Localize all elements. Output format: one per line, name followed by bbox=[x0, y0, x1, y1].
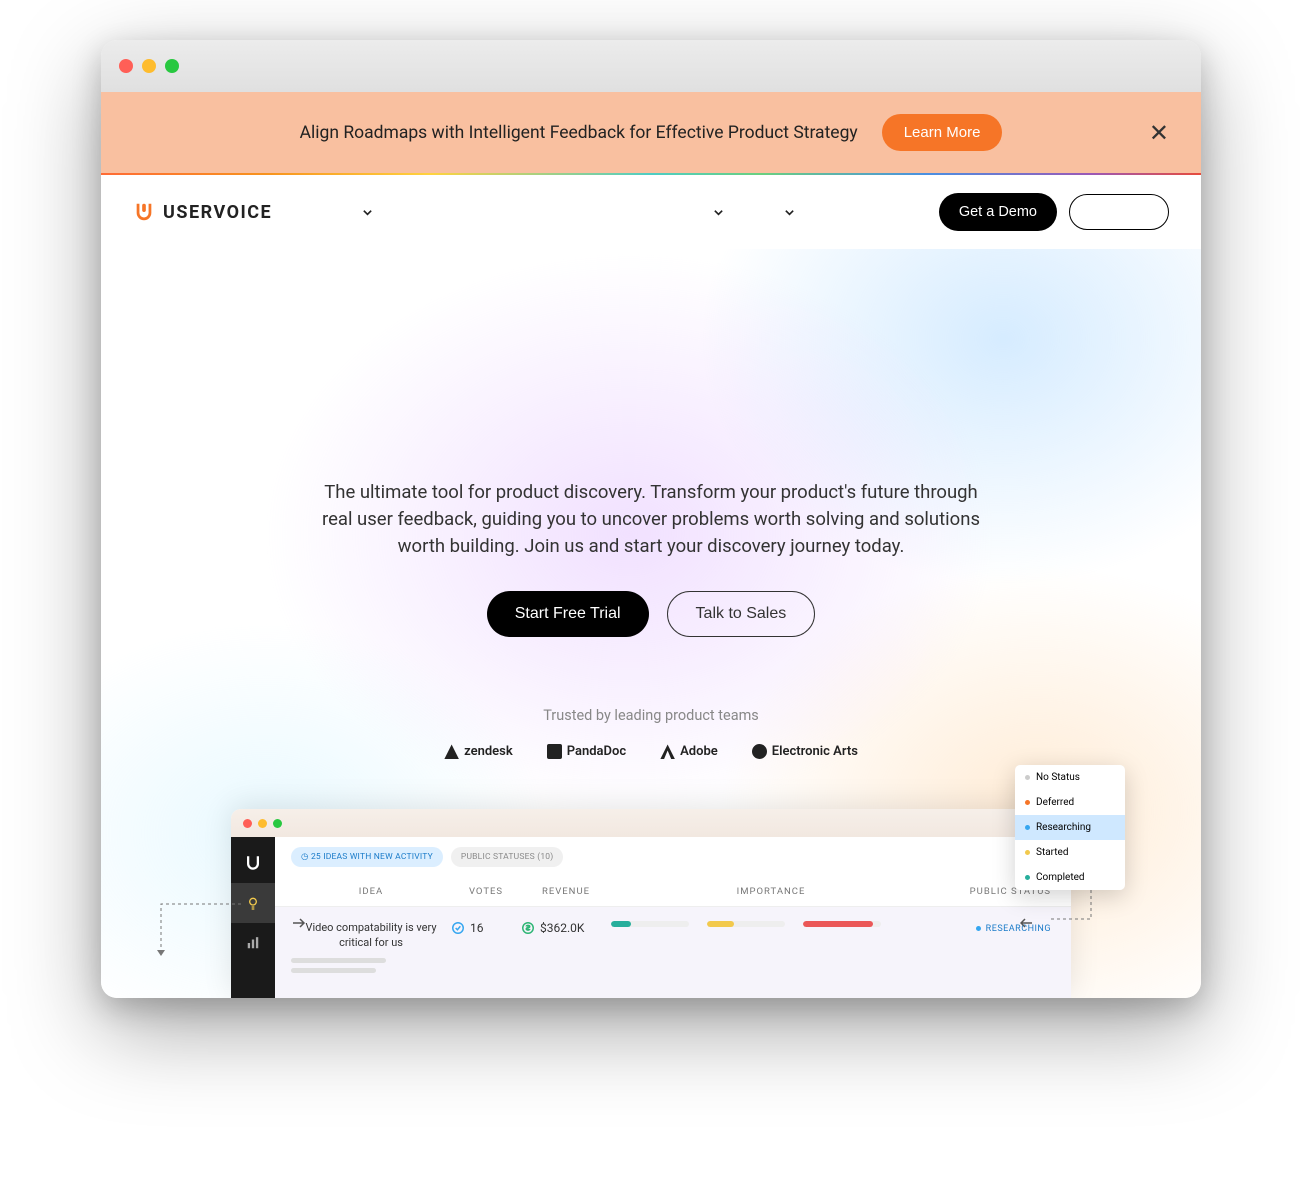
window-maximize[interactable] bbox=[165, 59, 179, 73]
announcement-bar: Align Roadmaps with Intelligent Feedback… bbox=[101, 92, 1201, 173]
status-popup: No Status Deferred Researching Started C… bbox=[1015, 765, 1125, 890]
mini-titlebar bbox=[231, 809, 1071, 837]
table-row[interactable]: Video compatability is very critical for… bbox=[275, 907, 1071, 998]
col-importance: IMPORTANCE bbox=[611, 886, 931, 897]
product-screenshot: No Status Deferred Researching Started C… bbox=[231, 809, 1071, 998]
sign-in-button[interactable] bbox=[1069, 194, 1169, 230]
top-navigation: USERVOICE Get a Demo bbox=[101, 175, 1201, 249]
status-option-nostatus[interactable]: No Status bbox=[1015, 765, 1125, 790]
window-minimize[interactable] bbox=[142, 59, 156, 73]
chevron-down-icon bbox=[362, 207, 373, 218]
revenue-cell: $362.0K bbox=[521, 921, 611, 935]
browser-window: Align Roadmaps with Intelligent Feedback… bbox=[101, 40, 1201, 998]
uservoice-logo-icon bbox=[133, 201, 155, 223]
announcement-text: Align Roadmaps with Intelligent Feedback… bbox=[300, 123, 858, 143]
check-circle-icon bbox=[451, 921, 465, 935]
votes-cell: 16 bbox=[451, 921, 521, 935]
adobe-logo: Adobe bbox=[660, 744, 718, 759]
col-idea: IDEA bbox=[291, 886, 451, 897]
nav-dropdown-1[interactable] bbox=[362, 207, 373, 218]
learn-more-button[interactable]: Learn More bbox=[882, 114, 1003, 151]
arrow-left-icon bbox=[1020, 917, 1036, 929]
mac-titlebar bbox=[101, 40, 1201, 92]
nav-dropdown-2[interactable] bbox=[713, 207, 724, 218]
customer-logos: zendesk PandaDoc Adobe Electronic Arts bbox=[101, 744, 1201, 759]
chevron-down-icon bbox=[713, 207, 724, 218]
idea-title: Video compatability is very critical for… bbox=[291, 921, 451, 950]
arrow-right-icon bbox=[291, 917, 307, 929]
status-option-deferred[interactable]: Deferred bbox=[1015, 790, 1125, 815]
chip-new-activity[interactable]: ◷ 25 IDEAS WITH NEW ACTIVITY bbox=[291, 847, 443, 867]
nav-dropdown-3[interactable] bbox=[784, 207, 795, 218]
nav-links bbox=[362, 207, 795, 218]
chip-public-statuses[interactable]: PUBLIC STATUSES (10) bbox=[451, 847, 564, 867]
dollar-circle-icon bbox=[521, 921, 535, 935]
hero-section: The ultimate tool for product discovery.… bbox=[101, 249, 1201, 998]
status-option-started[interactable]: Started bbox=[1015, 840, 1125, 865]
close-icon[interactable]: ✕ bbox=[1149, 119, 1169, 147]
col-revenue: REVENUE bbox=[521, 886, 611, 897]
hero-subtitle: The ultimate tool for product discovery.… bbox=[311, 479, 991, 559]
dashed-arrow-left bbox=[151, 894, 251, 974]
trusted-by-label: Trusted by leading product teams bbox=[101, 707, 1201, 724]
sidebar-logo-icon[interactable] bbox=[231, 843, 275, 883]
status-option-researching[interactable]: Researching bbox=[1015, 815, 1125, 840]
zendesk-logo: zendesk bbox=[444, 744, 513, 759]
pandadoc-logo: PandaDoc bbox=[547, 744, 626, 759]
brand-name: USERVOICE bbox=[163, 202, 272, 223]
talk-to-sales-button[interactable]: Talk to Sales bbox=[667, 591, 816, 637]
status-option-completed[interactable]: Completed bbox=[1015, 865, 1125, 890]
window-close[interactable] bbox=[119, 59, 133, 73]
start-free-trial-button[interactable]: Start Free Trial bbox=[487, 591, 649, 637]
chevron-down-icon bbox=[784, 207, 795, 218]
get-demo-button[interactable]: Get a Demo bbox=[939, 193, 1057, 231]
importance-cell bbox=[611, 921, 931, 927]
status-badge: RESEARCHING bbox=[976, 924, 1051, 934]
brand-logo[interactable]: USERVOICE bbox=[133, 201, 272, 223]
col-votes: VOTES bbox=[451, 886, 521, 897]
ea-logo: Electronic Arts bbox=[752, 744, 858, 759]
table-header: IDEA VOTES REVENUE IMPORTANCE PUBLIC STA… bbox=[275, 877, 1071, 907]
